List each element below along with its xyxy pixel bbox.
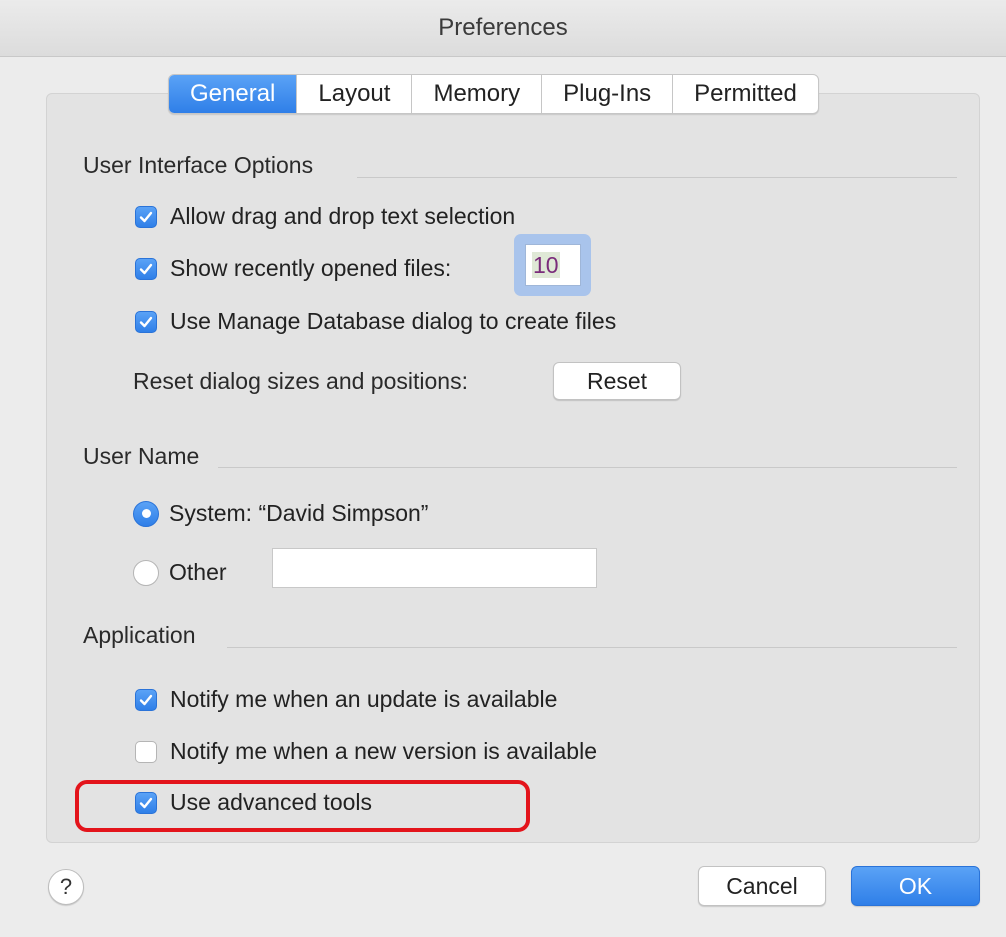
checkmark-icon <box>139 263 153 274</box>
application-divider <box>227 647 957 648</box>
ui-options-divider <box>357 177 957 178</box>
ok-button[interactable]: OK <box>851 866 980 906</box>
tab-bar: General Layout Memory Plug-Ins Permitted <box>168 74 819 114</box>
reset-label: Reset dialog sizes and positions: <box>133 368 468 394</box>
tab-general[interactable]: General <box>169 75 297 113</box>
tab-layout[interactable]: Layout <box>296 75 411 113</box>
drag-drop-label: Allow drag and drop text selection <box>170 203 516 229</box>
cancel-button[interactable]: Cancel <box>698 866 826 906</box>
reset-button[interactable]: Reset <box>553 362 681 400</box>
notify-update-label: Notify me when an update is available <box>170 686 558 712</box>
tab-plug-ins[interactable]: Plug-Ins <box>541 75 672 113</box>
user-name-heading: User Name <box>83 443 200 469</box>
other-name-input[interactable] <box>272 548 597 588</box>
user-name-divider <box>218 467 957 468</box>
tab-permitted[interactable]: Permitted <box>672 75 818 113</box>
system-name-radio[interactable] <box>133 500 159 527</box>
recent-files-checkbox[interactable] <box>135 257 157 280</box>
recent-files-option[interactable]: Show recently opened files: <box>135 255 451 282</box>
recent-files-count-input[interactable]: 10 <box>525 244 581 286</box>
checkmark-icon <box>139 316 153 327</box>
notify-version-label: Notify me when a new version is availabl… <box>170 738 597 764</box>
other-name-radio[interactable] <box>133 559 159 586</box>
manage-db-checkbox[interactable] <box>135 310 157 333</box>
other-name-label: Other <box>169 559 227 585</box>
help-button[interactable]: ? <box>48 869 84 905</box>
notify-update-option[interactable]: Notify me when an update is available <box>135 686 557 713</box>
checkmark-icon <box>139 694 153 705</box>
system-name-option[interactable]: System: “David Simpson” <box>133 500 428 527</box>
notify-version-checkbox[interactable] <box>135 740 157 763</box>
application-heading: Application <box>83 622 196 648</box>
manage-db-label: Use Manage Database dialog to create fil… <box>170 308 617 334</box>
notify-update-checkbox[interactable] <box>135 688 157 711</box>
recent-files-label: Show recently opened files: <box>170 255 452 281</box>
recent-files-count-value: 10 <box>532 252 560 278</box>
tab-memory[interactable]: Memory <box>411 75 541 113</box>
notify-version-option[interactable]: Notify me when a new version is availabl… <box>135 738 597 765</box>
other-name-option[interactable]: Other <box>133 559 227 586</box>
ui-options-heading: User Interface Options <box>83 152 314 178</box>
drag-drop-option[interactable]: Allow drag and drop text selection <box>135 203 515 230</box>
drag-drop-checkbox[interactable] <box>135 205 157 228</box>
system-name-label: System: “David Simpson” <box>169 500 429 526</box>
window-title: Preferences <box>0 0 1006 57</box>
highlight-annotation <box>75 780 530 832</box>
checkmark-icon <box>139 211 153 222</box>
manage-db-option[interactable]: Use Manage Database dialog to create fil… <box>135 308 616 335</box>
